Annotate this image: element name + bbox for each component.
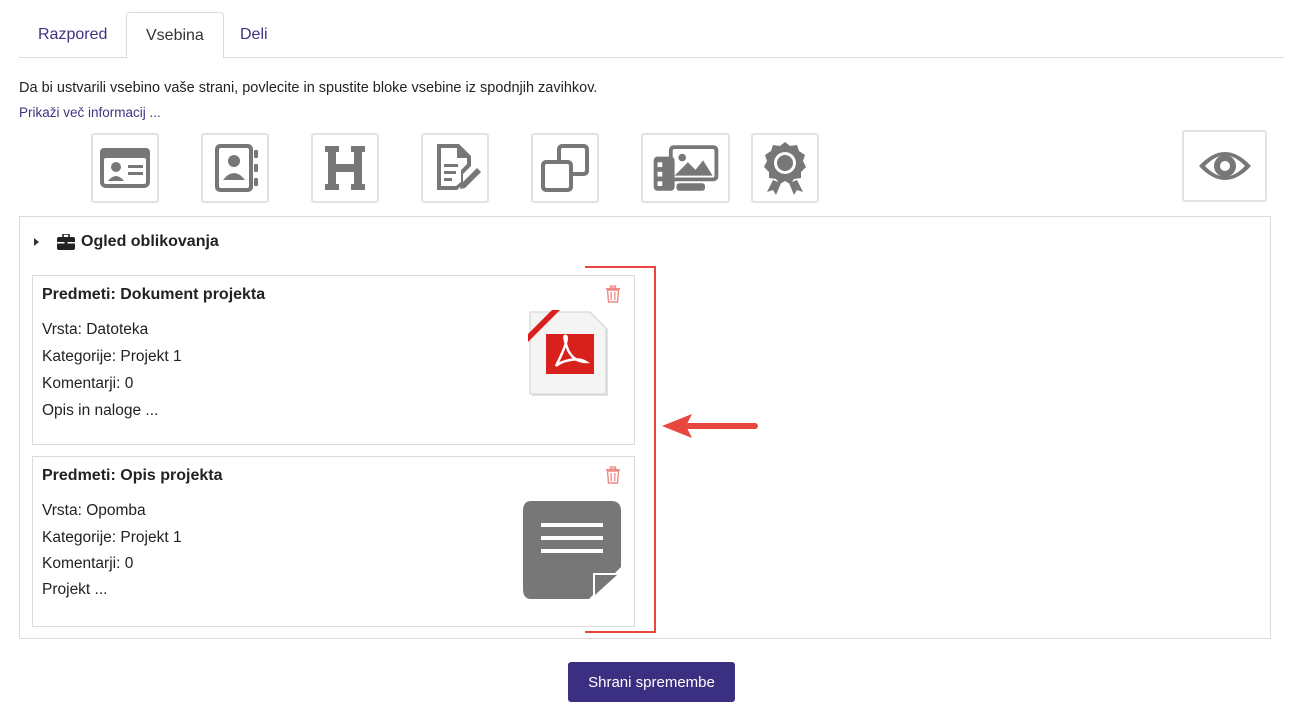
briefcase-icon (57, 234, 75, 250)
profile-card-icon (100, 148, 150, 188)
block-type: Vrsta: Datoteka (42, 321, 149, 338)
content-block-note[interactable]: Predmeti: Opis projekta Vrsta: Opomba Ka… (32, 456, 635, 627)
annotation-bracket (585, 266, 656, 633)
eye-icon (1198, 152, 1251, 180)
block-description: Opis in naloge ... (42, 402, 159, 419)
block-category: Kategorije: Projekt 1 (42, 529, 182, 546)
content-block-document[interactable]: Predmeti: Dokument projekta Vrsta: Datot… (32, 275, 635, 445)
text-edit-icon (437, 144, 481, 190)
badge-block-button[interactable] (751, 133, 819, 203)
block-category: Kategorije: Projekt 1 (42, 348, 182, 365)
show-more-link[interactable]: Prikaži več informacij ... (19, 105, 161, 120)
copy-icon (541, 144, 589, 192)
preview-button[interactable] (1182, 130, 1267, 202)
save-changes-button[interactable]: Shrani spremembe (568, 662, 735, 702)
gallery-icon (653, 145, 718, 191)
gallery-block-button[interactable] (641, 133, 730, 203)
tab-vsebina[interactable]: Vsebina (126, 12, 224, 59)
tab-razpored[interactable]: Razpored (19, 12, 126, 58)
arrow-left-icon (662, 414, 758, 438)
block-description: Projekt ... (42, 581, 108, 598)
copy-block-button[interactable] (531, 133, 599, 203)
block-comments: Komentarji: 0 (42, 555, 134, 572)
tab-bar: Razpored Vsebina Deli (19, 12, 1284, 59)
block-title: Predmeti: Dokument projekta (42, 286, 266, 303)
caret-right-icon (34, 238, 39, 246)
block-comments: Komentarji: 0 (42, 375, 134, 392)
section-title: Ogled oblikovanja (81, 233, 219, 250)
contact-book-icon (215, 144, 258, 192)
heading-icon (325, 146, 365, 190)
intro-text: Da bi ustvarili vsebino vaše strani, pov… (19, 80, 598, 96)
badge-icon (764, 142, 806, 195)
section-header[interactable]: Ogled oblikovanja (34, 233, 219, 251)
contact-block-button[interactable] (201, 133, 269, 203)
block-type: Vrsta: Opomba (42, 502, 146, 519)
block-title: Predmeti: Opis projekta (42, 467, 223, 484)
tab-deli[interactable]: Deli (221, 12, 287, 58)
text-block-button[interactable] (421, 133, 489, 203)
profile-card-block-button[interactable] (91, 133, 159, 203)
heading-block-button[interactable] (311, 133, 379, 203)
